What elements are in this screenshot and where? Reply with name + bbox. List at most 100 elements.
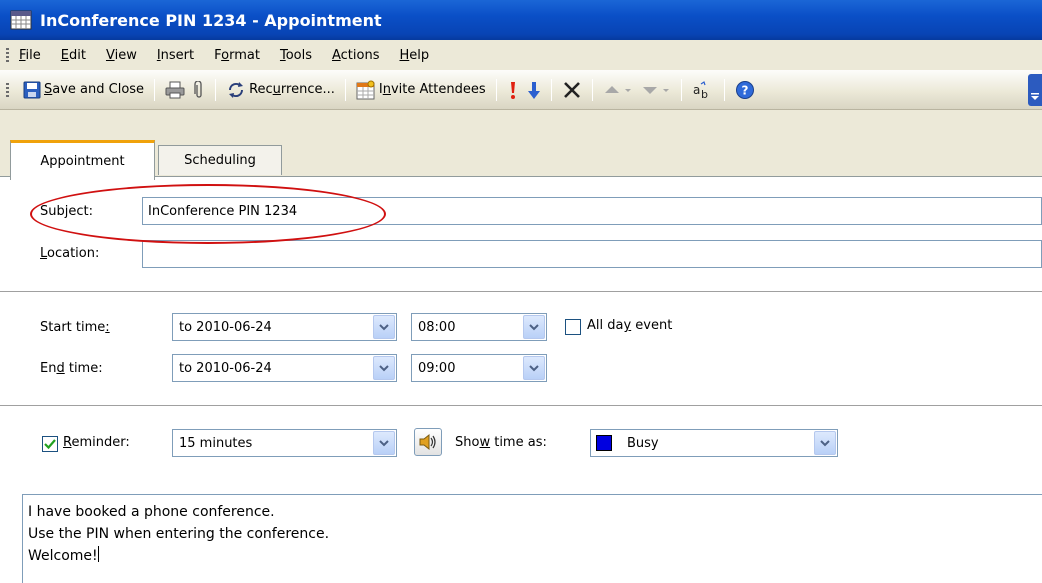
attach-file-button[interactable]: [189, 77, 209, 103]
menu-edit[interactable]: Edit: [61, 48, 86, 63]
reminder-label: Reminder:: [63, 435, 130, 450]
notes-body-editor[interactable]: I have booked a phone conference. Use th…: [22, 494, 1042, 583]
arrow-down-gray-icon: [642, 86, 669, 94]
menu-view[interactable]: View: [106, 48, 137, 63]
location-input[interactable]: [142, 240, 1042, 268]
toolbar-separator: [680, 78, 682, 101]
show-time-as-select[interactable]: Busy: [590, 429, 838, 457]
end-date-select[interactable]: to 2010-06-24: [172, 354, 397, 382]
end-time-select[interactable]: 09:00: [411, 354, 547, 382]
show-time-as-label: Show time as:: [455, 435, 547, 450]
menu-format[interactable]: Format: [214, 48, 260, 63]
divider: [0, 291, 1042, 292]
end-date-value: to 2010-06-24: [179, 360, 272, 376]
chevron-down-icon: [379, 439, 389, 446]
checkmark-icon: [44, 439, 56, 450]
menu-help[interactable]: Help: [399, 48, 429, 63]
chevron-down-icon: [529, 323, 539, 330]
recurrence-icon: [229, 81, 244, 98]
delete-button[interactable]: [558, 77, 586, 103]
menu-actions[interactable]: Actions: [332, 48, 380, 63]
subject-label: Subject:: [40, 204, 93, 219]
end-date-dropdown-button[interactable]: [373, 356, 395, 380]
help-icon: ?: [735, 80, 754, 99]
start-time-select[interactable]: 08:00: [411, 313, 547, 341]
all-day-event-checkbox[interactable]: [565, 319, 581, 335]
paperclip-icon: [194, 80, 202, 98]
arrow-up-icon: [604, 85, 631, 93]
delete-x-icon: [563, 81, 580, 98]
tab-appointment[interactable]: Appointment: [10, 140, 155, 180]
start-time-dropdown-button[interactable]: [523, 315, 545, 339]
all-day-event-label: All day event: [587, 318, 673, 333]
reminder-dropdown-button[interactable]: [373, 431, 395, 455]
toolbar-separator: [344, 78, 346, 101]
high-importance-button[interactable]: [503, 77, 523, 103]
help-button[interactable]: ?: [731, 77, 759, 103]
end-time-dropdown-button[interactable]: [523, 356, 545, 380]
chevron-down-icon: [529, 364, 539, 371]
print-button[interactable]: [161, 77, 189, 103]
divider: [0, 405, 1042, 406]
title-bar: InConference PIN 1234 - Appointment: [0, 0, 1042, 40]
invite-attendees-icon: [356, 80, 375, 99]
window-title: InConference PIN 1234 - Appointment: [40, 10, 382, 30]
spelling-button[interactable]: a b: [688, 77, 718, 103]
start-date-value: to 2010-06-24: [179, 319, 272, 335]
body-line: I have booked a phone conference.: [28, 504, 275, 520]
menu-tools[interactable]: Tools: [280, 48, 312, 63]
previous-item-button[interactable]: [599, 77, 637, 103]
subject-input[interactable]: InConference PIN 1234: [142, 197, 1042, 225]
reminder-sound-button[interactable]: [414, 428, 442, 456]
end-time-label: End time:: [40, 361, 103, 376]
show-time-as-dropdown-button[interactable]: [814, 431, 836, 455]
start-date-dropdown-button[interactable]: [373, 315, 395, 339]
reminder-value: 15 minutes: [179, 435, 253, 451]
speaker-icon: [419, 433, 436, 451]
toolbar: Save and Close Recurrence... Invite Atte…: [0, 70, 1042, 110]
calendar-icon: [10, 10, 32, 30]
spelling-icon: a b: [693, 80, 708, 100]
menu-bar: File Edit View Insert Format Tools Actio…: [0, 40, 1042, 70]
menu-insert[interactable]: Insert: [157, 48, 194, 63]
toolbar-separator: [215, 78, 217, 101]
toolbar-separator: [154, 78, 156, 101]
body-line-last: Welcome!: [28, 546, 99, 564]
svg-text:b: b: [701, 88, 708, 100]
start-date-select[interactable]: to 2010-06-24: [172, 313, 397, 341]
start-time-label: Start time:: [40, 320, 110, 335]
tab-strip: [0, 110, 1042, 148]
toolbar-grip-icon[interactable]: [6, 82, 9, 97]
svg-text:?: ?: [741, 83, 748, 97]
text-caret: [97, 546, 99, 562]
start-time-value: 08:00: [418, 319, 456, 335]
save-and-close-button[interactable]: Save and Close: [19, 77, 148, 103]
toolbar-separator: [550, 78, 552, 101]
location-label: Location:: [40, 246, 100, 261]
body-line: Use the PIN when entering the conference…: [28, 526, 330, 542]
chevron-down-icon: [379, 364, 389, 371]
toolbar-options-chevron[interactable]: [1028, 74, 1042, 106]
chevron-down-icon: [820, 439, 830, 446]
save-icon: [23, 81, 41, 98]
reminder-checkbox[interactable]: [42, 436, 58, 452]
recurrence-button[interactable]: Recurrence...: [222, 77, 339, 103]
reminder-select[interactable]: 15 minutes: [172, 429, 397, 457]
printer-icon: [165, 81, 185, 98]
show-time-as-value: Busy: [627, 435, 659, 451]
exclamation-icon: [510, 81, 515, 99]
invite-attendees-button[interactable]: Invite Attendees: [352, 77, 490, 103]
toolbar-separator: [591, 78, 593, 101]
next-item-button[interactable]: [637, 77, 675, 103]
busy-color-swatch: [596, 435, 612, 451]
toolbar-separator: [723, 78, 725, 101]
chevron-down-icon: [379, 323, 389, 330]
end-time-value: 09:00: [418, 360, 456, 376]
svg-text:a: a: [693, 83, 700, 97]
toolbar-separator: [495, 78, 497, 101]
low-importance-button[interactable]: [523, 77, 545, 103]
chevron-down-icon: [1031, 93, 1039, 100]
tab-scheduling[interactable]: Scheduling: [158, 145, 282, 175]
grip-handle-icon[interactable]: [6, 48, 9, 62]
menu-file[interactable]: File: [19, 48, 41, 63]
